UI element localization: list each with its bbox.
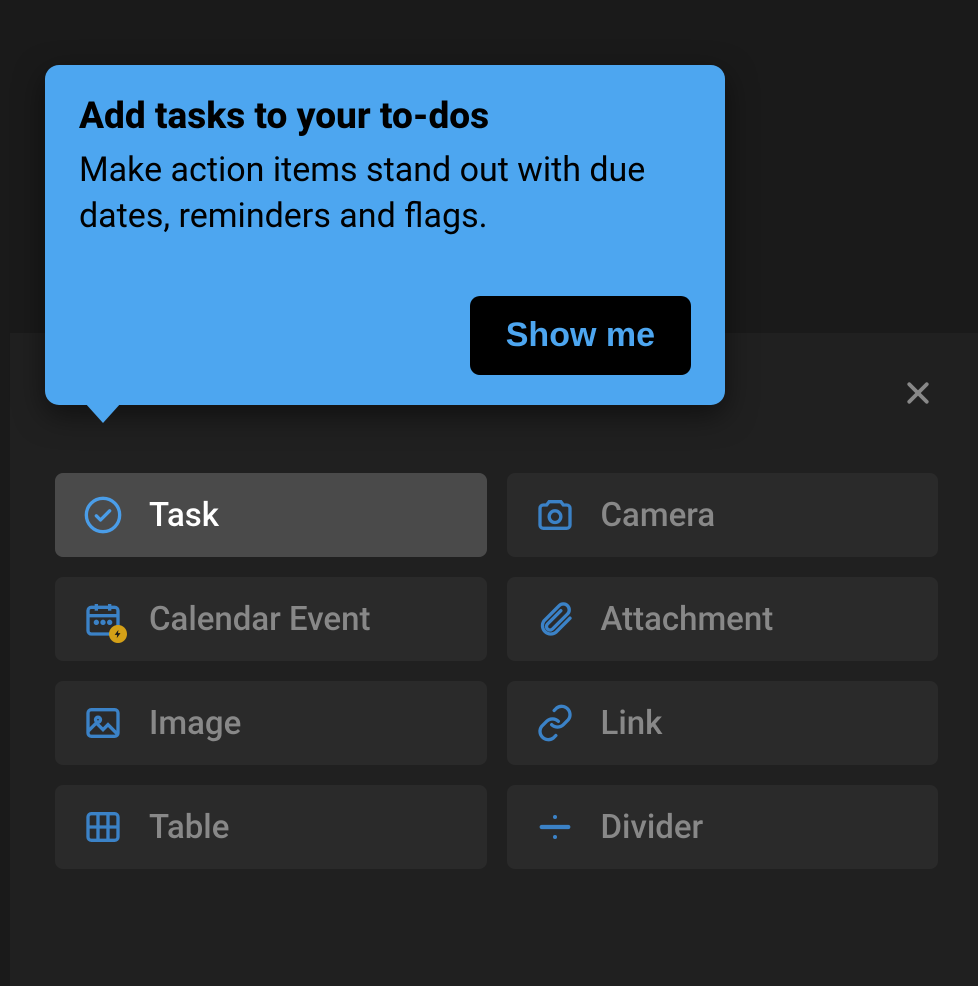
tooltip-actions: Show me (79, 296, 691, 375)
link-icon (535, 703, 575, 743)
image-icon (83, 703, 123, 743)
task-check-icon (83, 495, 123, 535)
option-label: Table (149, 808, 229, 847)
close-button[interactable] (898, 373, 938, 413)
option-attachment[interactable]: Attachment (507, 577, 939, 661)
option-label: Calendar Event (149, 600, 370, 639)
option-task[interactable]: Task (55, 473, 487, 557)
tooltip-arrow (85, 403, 121, 423)
onboarding-tooltip: Add tasks to your to-dos Make action ite… (45, 65, 725, 405)
divider-icon (535, 807, 575, 847)
insert-panel: Task Camera (10, 333, 978, 986)
option-link[interactable]: Link (507, 681, 939, 765)
calendar-icon (83, 599, 123, 639)
option-label: Link (601, 704, 663, 743)
lightning-badge-icon (109, 625, 127, 643)
options-grid: Task Camera (55, 473, 938, 869)
tooltip-body: Make action items stand out with due dat… (79, 148, 691, 240)
table-icon (83, 807, 123, 847)
close-icon (903, 378, 933, 408)
option-label: Task (149, 496, 219, 535)
option-label: Attachment (601, 600, 774, 639)
option-label: Camera (601, 496, 716, 535)
option-label: Image (149, 704, 241, 743)
option-label: Divider (601, 808, 704, 847)
option-image[interactable]: Image (55, 681, 487, 765)
paperclip-icon (535, 599, 575, 639)
show-me-button[interactable]: Show me (470, 296, 691, 375)
option-calendar-event[interactable]: Calendar Event (55, 577, 487, 661)
tooltip-title: Add tasks to your to-dos (79, 95, 691, 138)
option-table[interactable]: Table (55, 785, 487, 869)
camera-icon (535, 495, 575, 535)
option-divider[interactable]: Divider (507, 785, 939, 869)
option-camera[interactable]: Camera (507, 473, 939, 557)
